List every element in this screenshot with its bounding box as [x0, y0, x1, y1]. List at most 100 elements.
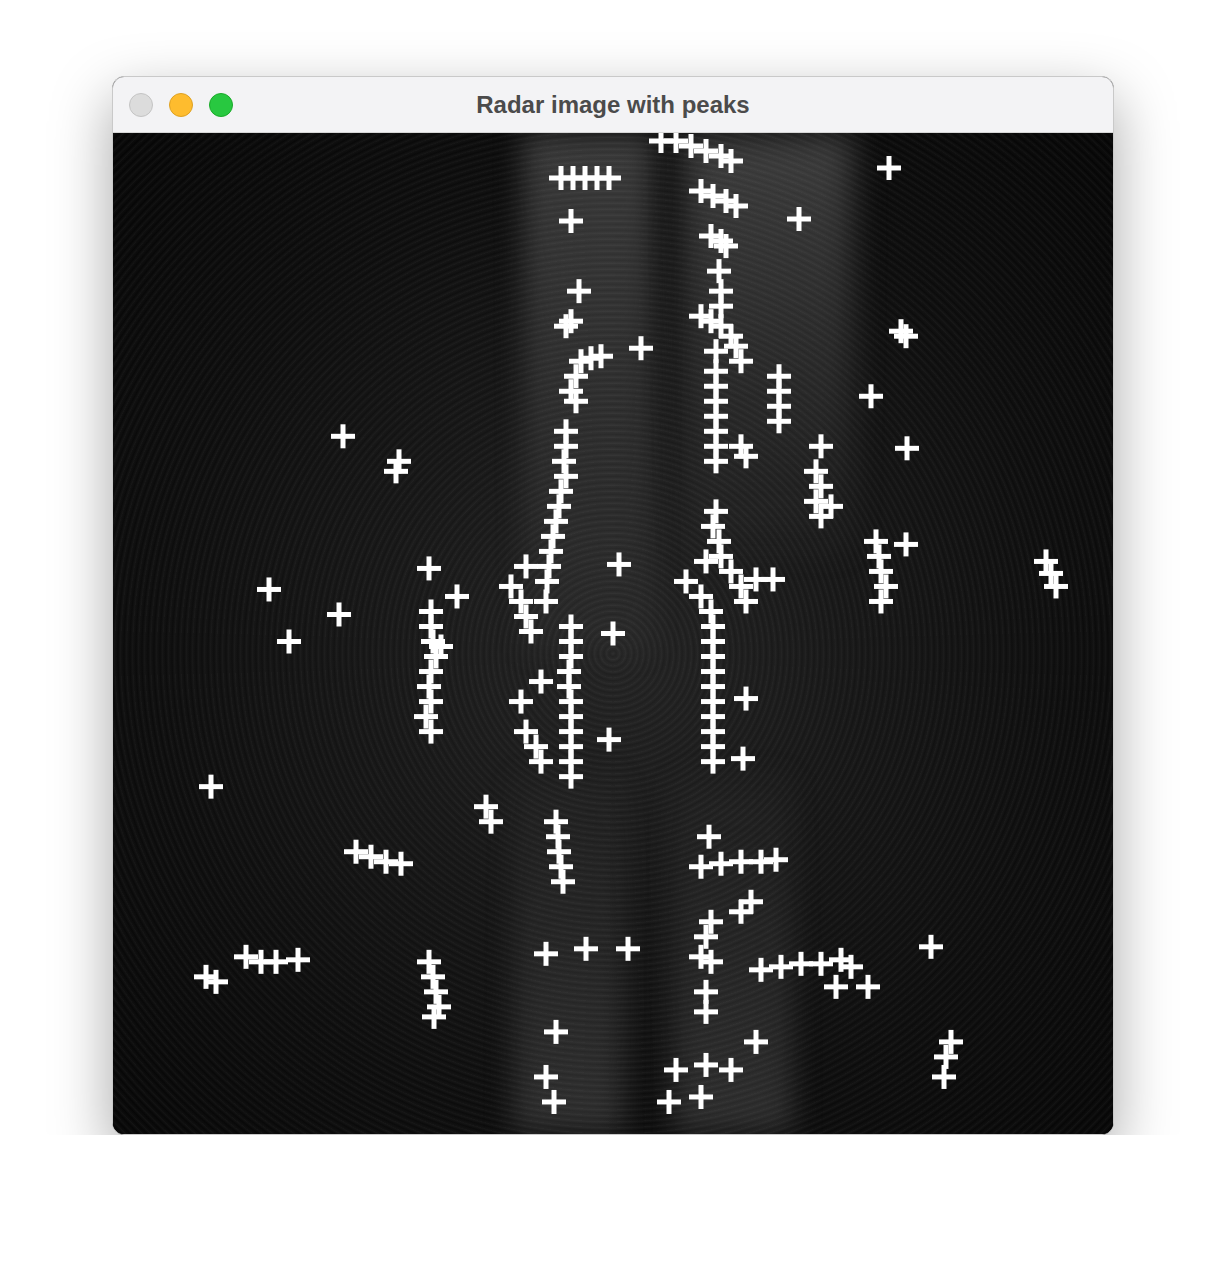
- peak-marker: [559, 209, 583, 233]
- peak-marker: [859, 384, 883, 408]
- peak-marker: [895, 436, 919, 460]
- peak-marker: [327, 602, 351, 626]
- peak-marker: [554, 314, 578, 338]
- peak-marker: [694, 549, 718, 573]
- peak-marker: [734, 444, 758, 468]
- zoom-button[interactable]: [209, 93, 233, 117]
- peak-marker: [734, 589, 758, 613]
- peak-marker: [359, 845, 383, 869]
- peak-marker: [749, 958, 773, 982]
- peak-marker: [894, 324, 918, 348]
- peak-marker: [597, 728, 621, 752]
- peak-marker: [809, 434, 833, 458]
- peak-marker: [417, 556, 441, 580]
- peak-marker: [547, 494, 571, 518]
- peak-marker: [419, 720, 443, 744]
- peak-marker: [709, 229, 733, 253]
- window-title: Radar image with peaks: [460, 87, 765, 123]
- peak-marker: [1044, 574, 1068, 598]
- peak-marker: [474, 795, 498, 819]
- peak-marker: [932, 1065, 956, 1089]
- peak-marker: [479, 810, 503, 834]
- peak-marker: [689, 179, 713, 203]
- peak-marker: [694, 925, 718, 949]
- peak-marker: [331, 424, 355, 448]
- title-bar[interactable]: Radar image with peaks: [113, 77, 1113, 133]
- peak-marker: [554, 464, 578, 488]
- peak-marker: [601, 621, 625, 645]
- peak-marker: [1039, 561, 1063, 585]
- peak-marker: [674, 569, 698, 593]
- peak-marker: [414, 705, 438, 729]
- peak-marker: [719, 149, 743, 173]
- peak-marker: [664, 1058, 688, 1082]
- peak-marker: [764, 848, 788, 872]
- peak-marker: [719, 1058, 743, 1082]
- peak-marker: [559, 765, 583, 789]
- peak-marker: [514, 604, 538, 628]
- peak-marker: [839, 955, 863, 979]
- peak-marker: [679, 134, 703, 158]
- peak-marker: [199, 775, 223, 799]
- peak-marker: [724, 334, 748, 358]
- peak-marker: [524, 735, 548, 759]
- radar-image: [113, 133, 1113, 1134]
- peak-marker: [514, 554, 538, 578]
- peak-marker: [564, 364, 588, 388]
- peak-marker: [864, 529, 888, 553]
- peak-marker: [729, 900, 753, 924]
- peak-marker: [529, 750, 553, 774]
- peak-marker: [734, 687, 758, 711]
- peak-marker: [542, 1090, 566, 1114]
- peak-marker: [689, 855, 713, 879]
- peak-marker: [429, 635, 453, 659]
- peak-marker: [519, 619, 543, 643]
- peak-marker: [509, 589, 533, 613]
- peak-marker: [694, 139, 718, 163]
- peak-marker: [534, 1065, 558, 1089]
- peak-marker: [744, 1030, 768, 1054]
- peak-marker: [824, 975, 848, 999]
- peak-marker: [445, 584, 469, 608]
- peak-marker: [344, 840, 368, 864]
- peak-marker: [534, 589, 558, 613]
- peak-marker: [544, 509, 568, 533]
- peak-marker: [257, 577, 281, 601]
- app-window: Radar image with peaks: [112, 76, 1114, 1135]
- peak-marker: [384, 459, 408, 483]
- peak-marker: [874, 574, 898, 598]
- peak-marker: [419, 690, 443, 714]
- peak-marker: [234, 945, 258, 969]
- peak-marker: [424, 980, 448, 1004]
- peak-marker: [689, 1085, 713, 1109]
- peak-marker: [819, 494, 843, 518]
- peak-marker: [701, 184, 725, 208]
- peak-marker: [856, 975, 880, 999]
- minimize-button[interactable]: [169, 93, 193, 117]
- peak-marker: [919, 935, 943, 959]
- peak-marker: [607, 552, 631, 576]
- close-button[interactable]: [129, 93, 153, 117]
- peak-marker: [529, 670, 553, 694]
- peak-marker: [724, 194, 748, 218]
- peak-marker: [809, 952, 833, 976]
- peak-marker: [869, 589, 893, 613]
- peak-marker: [714, 234, 738, 258]
- peak-marker: [694, 1000, 718, 1024]
- window-controls: [113, 93, 460, 117]
- peak-marker: [204, 970, 228, 994]
- peak-marker: [657, 1090, 681, 1114]
- peak-marker: [894, 532, 918, 556]
- peak-marker: [767, 409, 791, 433]
- peak-marker: [704, 449, 728, 473]
- peak-marker: [264, 950, 288, 974]
- peak-marker: [559, 309, 583, 333]
- peak-marker: [804, 489, 828, 513]
- peak-marker: [286, 948, 310, 972]
- peak-marker: [939, 1030, 963, 1054]
- peak-marker: [704, 499, 728, 523]
- peak-marker: [697, 825, 721, 849]
- peak-marker: [804, 459, 828, 483]
- peak-marker: [277, 629, 301, 653]
- peak-marker: [664, 133, 688, 153]
